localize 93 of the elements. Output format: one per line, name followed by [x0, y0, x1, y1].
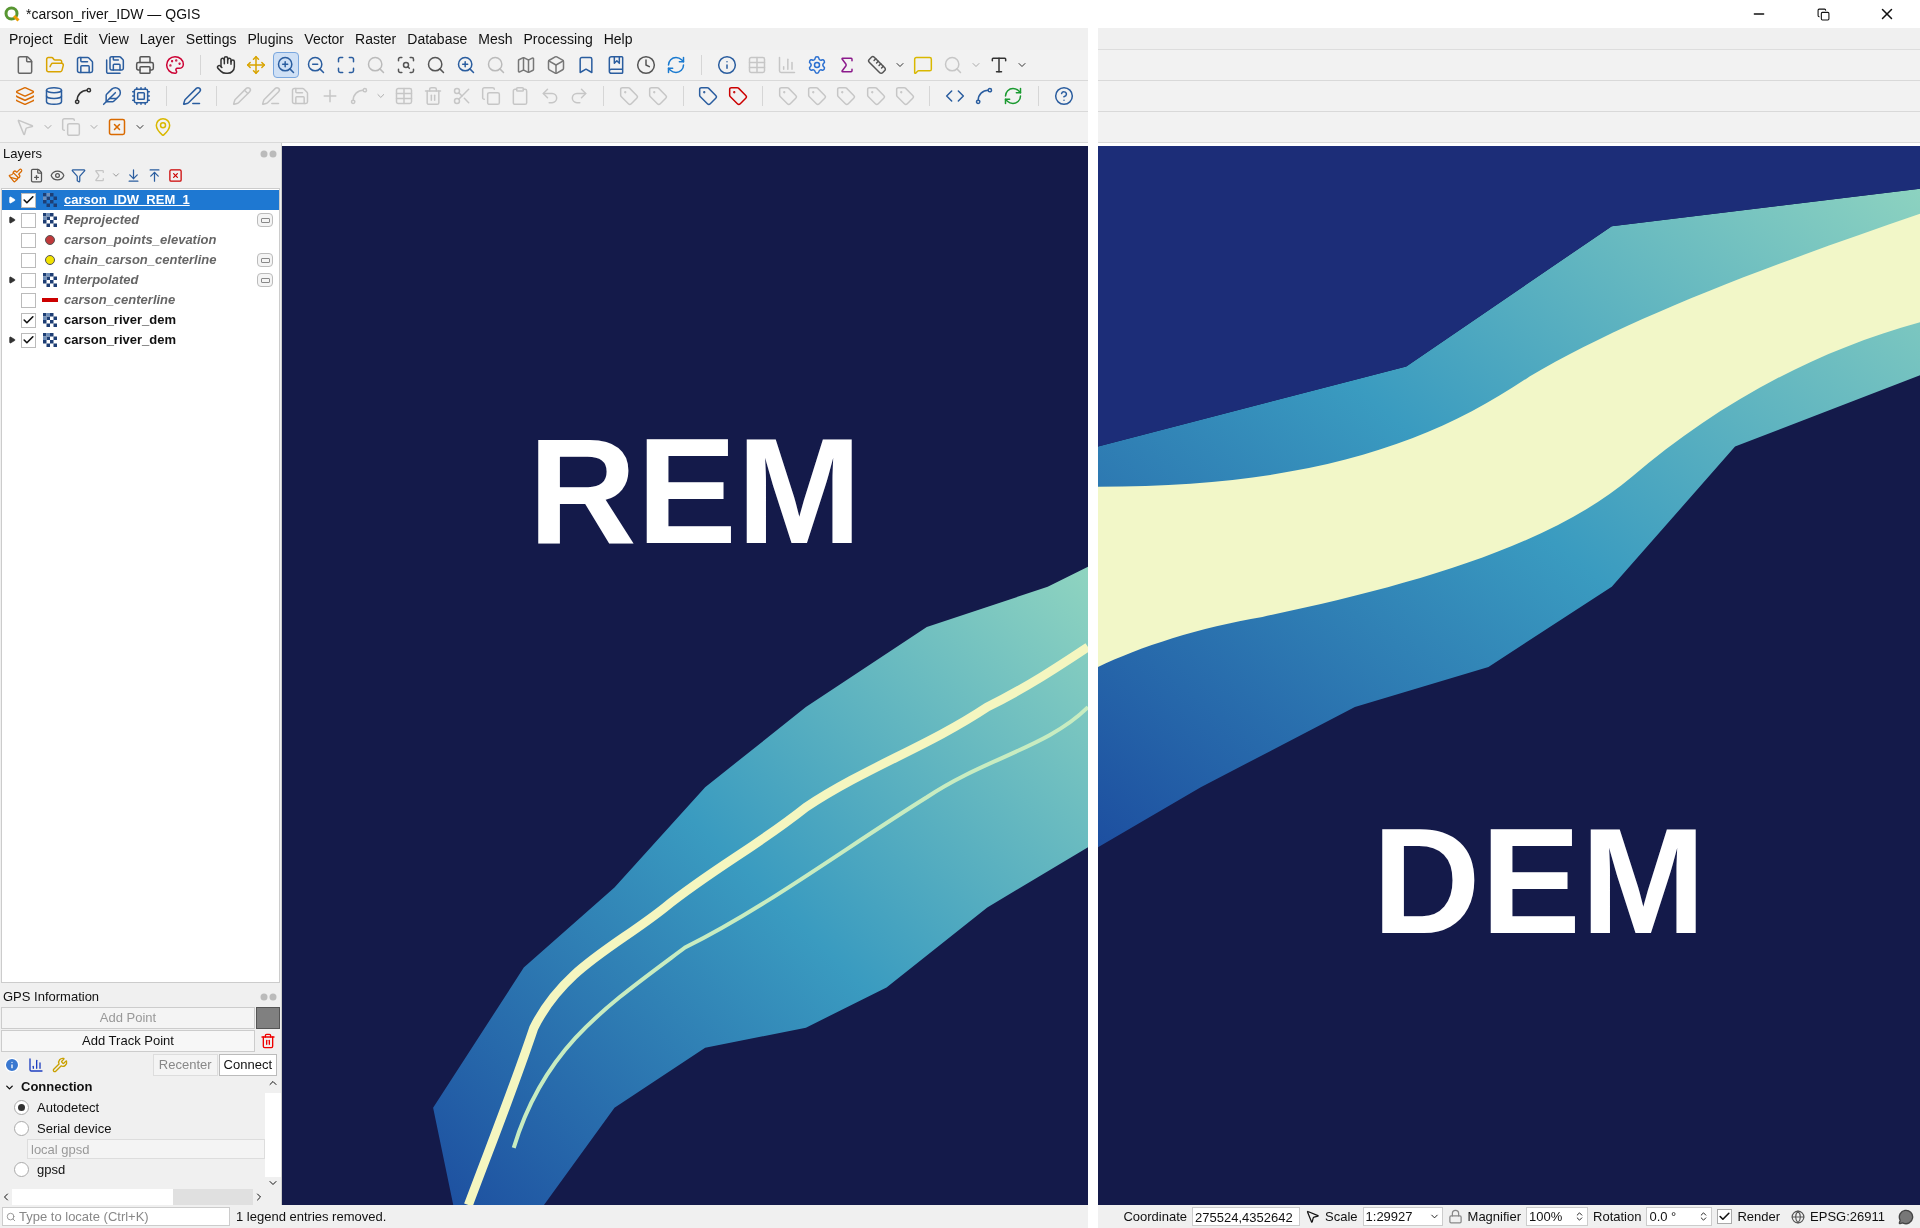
- add-track-point-button[interactable]: Add Track Point: [1, 1030, 255, 1052]
- raster-grid-icon: [43, 213, 57, 227]
- cursor-icon[interactable]: [1305, 1209, 1320, 1224]
- menu-item[interactable]: Raster: [355, 28, 397, 50]
- menu-item[interactable]: Help: [603, 28, 633, 50]
- radio-label: Autodetect: [37, 1098, 100, 1117]
- layer-row[interactable]: Interpolated: [2, 270, 279, 290]
- lock-icon[interactable]: [1447, 1209, 1463, 1224]
- connect-button[interactable]: Connect: [218, 1054, 277, 1076]
- section-header[interactable]: Connection: [0, 1077, 265, 1097]
- square-x-icon[interactable]: [166, 166, 184, 184]
- filter-icon[interactable]: [69, 166, 87, 184]
- layer-checkbox[interactable]: [21, 252, 36, 268]
- layer-indicator-icon[interactable]: [257, 253, 273, 267]
- expand-arrow-icon[interactable]: [8, 216, 16, 224]
- expand-arrow-icon[interactable]: [8, 336, 16, 344]
- menu-item[interactable]: Mesh: [478, 28, 513, 50]
- menu-item[interactable]: View: [98, 28, 129, 50]
- menu-item[interactable]: Database: [407, 28, 468, 50]
- menu-item[interactable]: Processing: [523, 28, 593, 50]
- globe-icon[interactable]: [1791, 1209, 1806, 1224]
- layer-name: carson_river_dem: [64, 311, 177, 330]
- layer-row[interactable]: chain_carson_centerline: [2, 250, 279, 270]
- layer-checkbox[interactable]: [21, 292, 36, 308]
- menu-item[interactable]: Vector: [304, 28, 345, 50]
- menu-item[interactable]: Project: [9, 28, 53, 50]
- chart-icon[interactable]: [28, 1057, 44, 1073]
- raster-grid-icon: [43, 273, 57, 287]
- layer-name: Reprojected: [64, 211, 141, 230]
- info-icon[interactable]: [4, 1057, 20, 1073]
- status-message: 1 legend entries removed.: [236, 1207, 387, 1226]
- layer-name: carson_points_elevation: [64, 231, 218, 250]
- search-icon: [6, 1211, 16, 1222]
- magnifier-label: Magnifier: [1467, 1207, 1521, 1226]
- layer-checkbox[interactable]: [21, 192, 36, 208]
- map-caption: DEM: [1372, 806, 1706, 956]
- layer-checkbox[interactable]: [21, 212, 36, 228]
- layer-checkbox[interactable]: [21, 332, 36, 348]
- layer-checkbox[interactable]: [21, 232, 36, 248]
- layer-row[interactable]: carson_river_dem: [2, 330, 279, 350]
- render-checkbox[interactable]: [1717, 1209, 1733, 1224]
- elevation-raster-drawing[interactable]: [282, 146, 1088, 1205]
- locator-field[interactable]: Type to locate (Ctrl+K): [2, 1207, 230, 1226]
- layer-name: carson_river_dem: [64, 331, 177, 350]
- layer-name: carson_centerline: [64, 291, 177, 310]
- raster-grid-icon: [43, 313, 57, 327]
- coordinate-field[interactable]: 275524,4352642: [1192, 1207, 1300, 1226]
- spin-arrows-icon[interactable]: [1574, 1211, 1585, 1222]
- menu-item[interactable]: Layer: [139, 28, 175, 50]
- app-logo-icon: [4, 6, 20, 22]
- radio-button[interactable]: [14, 1100, 29, 1115]
- menu-item[interactable]: Edit: [63, 28, 88, 50]
- radio-button[interactable]: [14, 1162, 29, 1177]
- radio-button[interactable]: [14, 1121, 29, 1136]
- elevation-raster-drawing[interactable]: [1098, 146, 1920, 1205]
- rotation-label: Rotation: [1593, 1207, 1642, 1226]
- map-caption: REM: [528, 416, 862, 566]
- layer-name: Interpolated: [64, 271, 140, 290]
- raster-grid-icon: [43, 193, 57, 207]
- window-title: *carson_river_IDW — QGIS: [26, 4, 201, 24]
- layer-indicator-icon[interactable]: [257, 213, 273, 227]
- menu-item[interactable]: Plugins: [247, 28, 294, 50]
- render-label: Render: [1737, 1207, 1781, 1226]
- panel-title: Layers: [3, 145, 44, 164]
- layer-checkbox[interactable]: [21, 272, 36, 288]
- messages-icon[interactable]: [1898, 1208, 1914, 1225]
- layer-row[interactable]: carson_river_dem: [2, 310, 279, 330]
- scale-dropdown[interactable]: 1:29927: [1362, 1207, 1443, 1226]
- layer-row[interactable]: carson_points_elevation: [2, 230, 279, 250]
- layer-checkbox[interactable]: [21, 312, 36, 328]
- wrench-icon[interactable]: [52, 1057, 68, 1073]
- scale-label: Scale: [1325, 1207, 1358, 1226]
- panel-title: GPS Information: [3, 988, 101, 1007]
- layer-name: chain_carson_centerline: [64, 251, 218, 270]
- brush-icon[interactable]: [6, 166, 24, 184]
- zoom-in-icon[interactable]: [273, 52, 299, 78]
- rotation-spinbox[interactable]: 0.0 °: [1646, 1207, 1713, 1226]
- gpsd-input-field[interactable]: local gpsd: [27, 1139, 265, 1159]
- radio-label: Serial device: [37, 1119, 112, 1138]
- layer-indicator-icon[interactable]: [257, 273, 273, 287]
- expand-arrow-icon[interactable]: [8, 276, 16, 284]
- crs-button[interactable]: EPSG:26911: [1810, 1206, 1885, 1227]
- radio-label: gpsd: [37, 1160, 66, 1179]
- caret-icon[interactable]: [111, 170, 121, 180]
- coordinate-label: Coordinate: [1123, 1207, 1187, 1226]
- menu-item[interactable]: Settings: [185, 28, 237, 50]
- magnifier-spinbox[interactable]: 100%: [1526, 1207, 1588, 1226]
- layer-row[interactable]: carson_centerline: [2, 290, 279, 310]
- raster-grid-icon: [43, 333, 57, 347]
- layer-name: carson_IDW_REM_1: [64, 191, 191, 210]
- layer-row[interactable]: carson_IDW_REM_1: [2, 190, 279, 210]
- color-swatch[interactable]: [256, 1007, 280, 1029]
- layer-row[interactable]: Reprojected: [2, 210, 279, 230]
